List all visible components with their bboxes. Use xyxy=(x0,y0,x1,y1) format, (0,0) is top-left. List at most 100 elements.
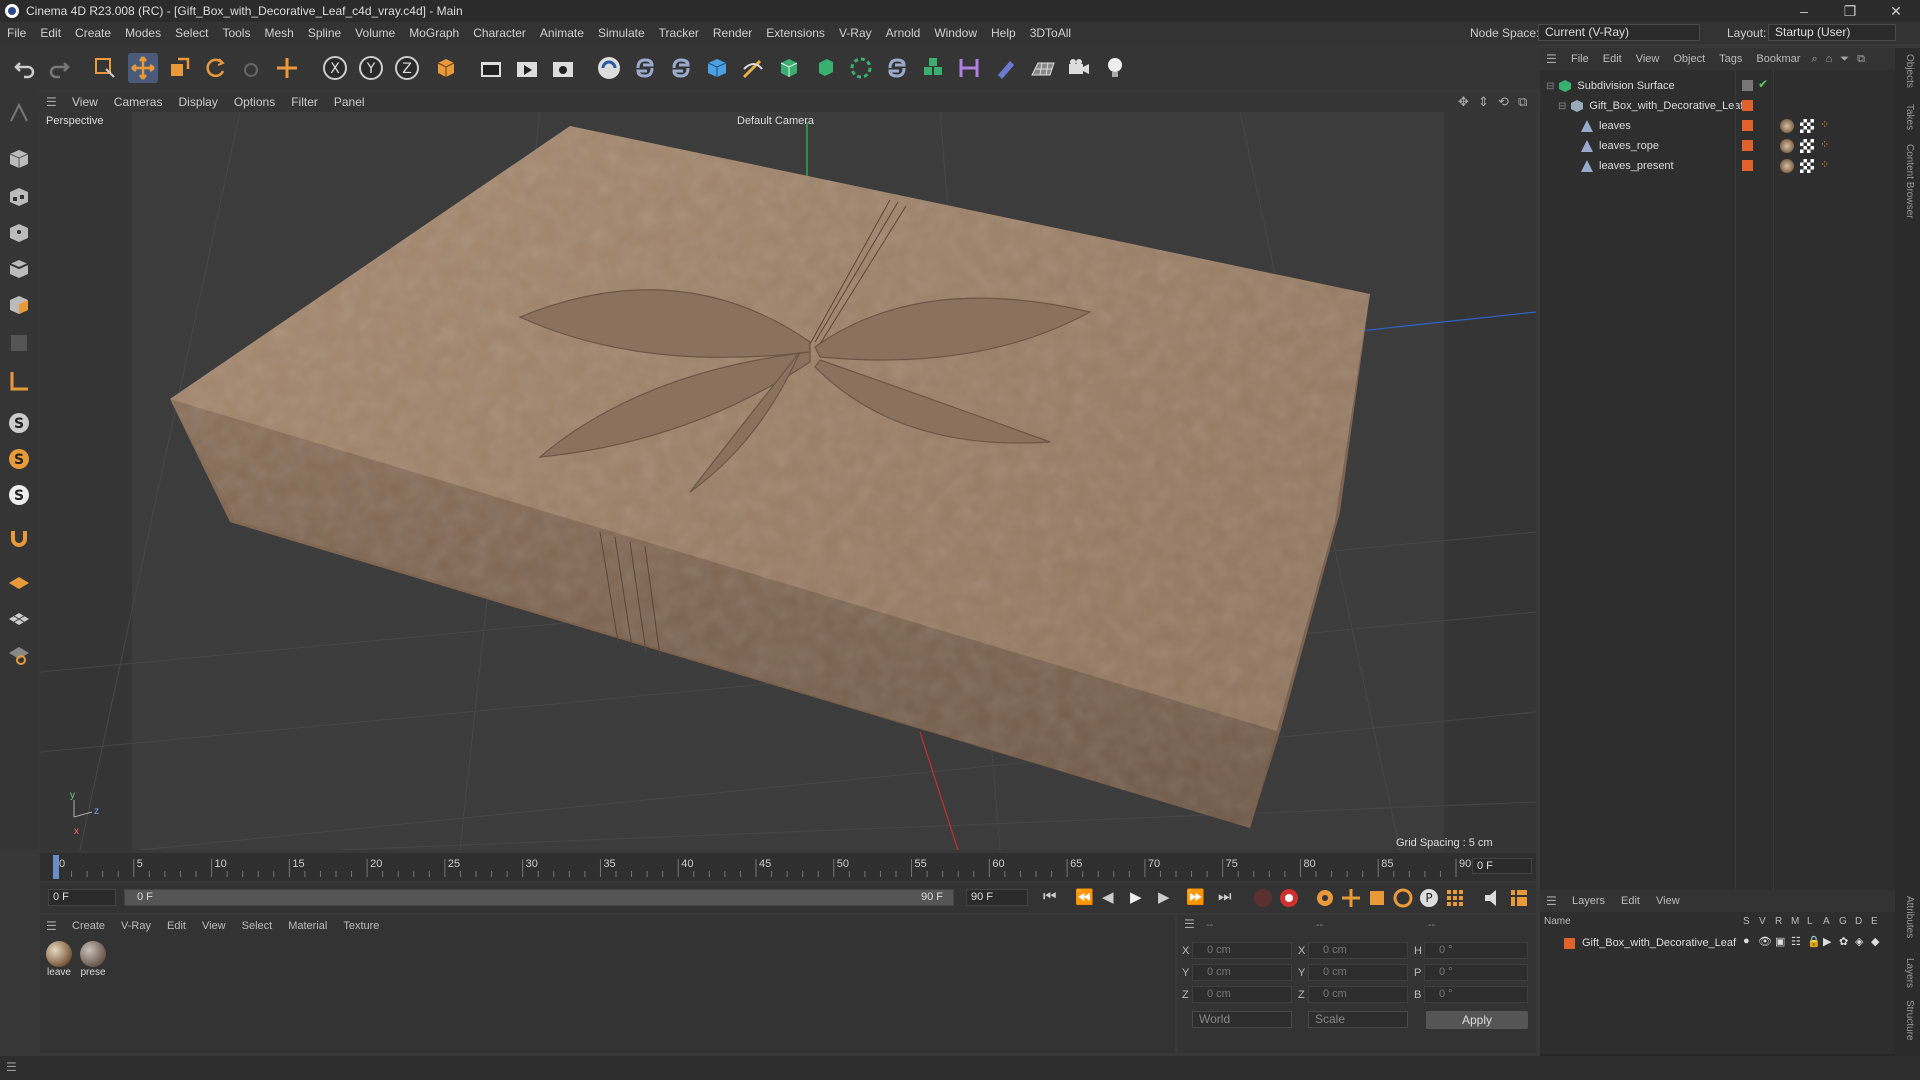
coordinate-system-button[interactable] xyxy=(430,53,460,83)
object-row-subdivision[interactable]: ⊟ Subdivision Surface ✔ xyxy=(1540,76,1895,96)
object-row-leaves[interactable]: leaves ⁘ xyxy=(1540,116,1895,136)
layer-menu-layers[interactable]: Layers xyxy=(1564,895,1613,907)
timeline-layout-icon[interactable] xyxy=(1508,887,1530,909)
apply-button[interactable]: Apply xyxy=(1426,1011,1528,1029)
grid-spiral-button[interactable] xyxy=(4,640,34,670)
side-tab-takes[interactable]: Takes xyxy=(1904,104,1915,130)
rotation-b-field[interactable]: 0 ° xyxy=(1424,986,1528,1003)
collapse-icon[interactable]: ⊟ xyxy=(1546,81,1554,92)
current-frame-field[interactable]: 0 F xyxy=(1472,858,1532,874)
floor-button[interactable] xyxy=(1028,53,1058,83)
object-row-leaves-present[interactable]: leaves_present ⁘ xyxy=(1540,156,1895,176)
grid-button[interactable] xyxy=(4,604,34,634)
viewport-rotate-icon[interactable]: ⟲ xyxy=(1498,94,1509,110)
magnet-button[interactable] xyxy=(4,524,34,554)
viewport-menu-display[interactable]: Display xyxy=(170,95,225,109)
viewport-menu-panel[interactable]: Panel xyxy=(326,95,373,109)
x-axis-toggle[interactable]: X xyxy=(320,53,350,83)
side-tab-objects[interactable]: Objects xyxy=(1904,54,1915,88)
node-space-dropdown[interactable]: Current (V-Ray) xyxy=(1538,24,1700,41)
material-menu-texture[interactable]: Texture xyxy=(335,920,387,932)
key-pla-icon[interactable] xyxy=(1444,887,1466,909)
rotate-button[interactable] xyxy=(200,53,230,83)
layer-color-swatch[interactable] xyxy=(1742,140,1753,151)
create-object-button[interactable] xyxy=(272,53,302,83)
layer-hamburger-icon[interactable]: ☰ xyxy=(1546,894,1564,908)
viewport-menu-cameras[interactable]: Cameras xyxy=(106,95,171,109)
python-button-3[interactable] xyxy=(882,53,912,83)
key-rotation-icon[interactable] xyxy=(1392,887,1414,909)
coordinate-space-dropdown[interactable]: World xyxy=(1192,1011,1292,1028)
menu-tracker[interactable]: Tracker xyxy=(652,26,706,40)
size-x-field[interactable]: 0 cm xyxy=(1308,942,1408,959)
uvw-tag-icon[interactable] xyxy=(1800,119,1814,133)
layer-manager-icon[interactable]: ☷ xyxy=(1791,935,1801,948)
layer-menu-view[interactable]: View xyxy=(1648,895,1688,907)
go-to-start-icon[interactable]: ⏮ xyxy=(1043,888,1057,905)
layer-lock-icon[interactable]: 🔒 xyxy=(1807,935,1821,948)
key-position-icon[interactable] xyxy=(1340,887,1362,909)
menu-file[interactable]: File xyxy=(0,26,33,40)
camera-label[interactable]: Default Camera xyxy=(737,115,815,127)
object-hamburger-icon[interactable]: ☰ xyxy=(1546,52,1564,66)
layer-generator-icon[interactable]: ✿ xyxy=(1839,935,1848,948)
timeline-ruler[interactable]: 0 5 10 15 20 25 30 35 40 45 50 55 60 65 70 75 80 85 90 0 F xyxy=(40,853,1536,881)
python-button-1[interactable] xyxy=(630,53,660,83)
side-tab-content-browser[interactable]: Content Browser xyxy=(1904,144,1915,218)
cube-object-button[interactable] xyxy=(702,53,732,83)
perspective-viewport[interactable]: Perspective Default Camera Grid Spacing … xyxy=(40,112,1536,850)
render-view-button[interactable] xyxy=(476,53,506,83)
menu-modes[interactable]: Modes xyxy=(118,26,168,40)
menu-render[interactable]: Render xyxy=(706,26,759,40)
object-new-window-icon[interactable]: ⧉ xyxy=(1853,53,1869,66)
snap-button-3[interactable]: S xyxy=(4,480,34,510)
object-filter-icon[interactable]: ⏷ xyxy=(1836,53,1853,66)
material-menu-create[interactable]: Create xyxy=(64,920,113,932)
make-editable-button[interactable] xyxy=(4,98,34,128)
menu-character[interactable]: Character xyxy=(466,26,533,40)
maximize-button[interactable]: ❐ xyxy=(1828,0,1872,22)
texture-mode-button[interactable] xyxy=(4,182,34,212)
previous-key-icon[interactable]: ⏪ xyxy=(1075,888,1094,906)
viewport-move-icon[interactable]: ✥ xyxy=(1458,94,1469,110)
menu-create[interactable]: Create xyxy=(68,26,118,40)
side-tab-attributes[interactable]: Attributes xyxy=(1904,896,1915,938)
previous-frame-icon[interactable]: ◀ xyxy=(1102,888,1114,906)
position-z-field[interactable]: 0 cm xyxy=(1192,986,1292,1003)
menu-simulate[interactable]: Simulate xyxy=(591,26,652,40)
extrude-button[interactable] xyxy=(810,53,840,83)
snap-button-1[interactable]: S xyxy=(4,408,34,438)
mograph-fracture-button[interactable] xyxy=(918,53,948,83)
material-swatch-leaves[interactable]: leave xyxy=(44,941,74,983)
menu-mograph[interactable]: MoGraph xyxy=(402,26,466,40)
close-button[interactable]: ✕ xyxy=(1874,0,1918,22)
object-row-gift-box[interactable]: ⊟ Gift_Box_with_Decorative_Leaf xyxy=(1540,96,1895,116)
material-tag-icon[interactable] xyxy=(1780,139,1794,153)
uv-mode-button[interactable] xyxy=(4,328,34,358)
layer-render-icon[interactable]: ▣ xyxy=(1775,935,1785,948)
move-button[interactable] xyxy=(128,53,158,83)
viewport-menu-view[interactable]: View xyxy=(64,95,106,109)
menu-mesh[interactable]: Mesh xyxy=(257,26,300,40)
menu-window[interactable]: Window xyxy=(927,26,984,40)
subdivision-button[interactable] xyxy=(774,53,804,83)
layer-deformer-icon[interactable]: ◈ xyxy=(1855,935,1863,948)
edges-mode-button[interactable] xyxy=(4,254,34,284)
layer-color-swatch[interactable] xyxy=(1742,100,1753,111)
key-parameter-icon[interactable]: P xyxy=(1418,887,1440,909)
editor-visibility-icon[interactable] xyxy=(1742,80,1753,91)
material-menu-view[interactable]: View xyxy=(194,920,234,932)
object-menu-bookmarks[interactable]: Bookmar xyxy=(1749,53,1807,65)
redo-button[interactable] xyxy=(44,53,74,83)
menu-select[interactable]: Select xyxy=(168,26,215,40)
collapse-icon[interactable]: ⊟ xyxy=(1558,101,1566,112)
rotation-p-field[interactable]: 0 ° xyxy=(1424,964,1528,981)
object-search-icon[interactable]: ⌕ xyxy=(1807,53,1821,66)
uvw-tag-icon[interactable] xyxy=(1800,139,1814,153)
material-menu-vray[interactable]: V-Ray xyxy=(113,920,159,932)
layer-expression-icon[interactable]: ◆ xyxy=(1871,935,1879,948)
object-row-leaves-rope[interactable]: leaves_rope ⁘ xyxy=(1540,136,1895,156)
material-menu-material[interactable]: Material xyxy=(280,920,335,932)
recent-tool-button[interactable] xyxy=(236,53,266,83)
viewport-menu-filter[interactable]: Filter xyxy=(283,95,326,109)
